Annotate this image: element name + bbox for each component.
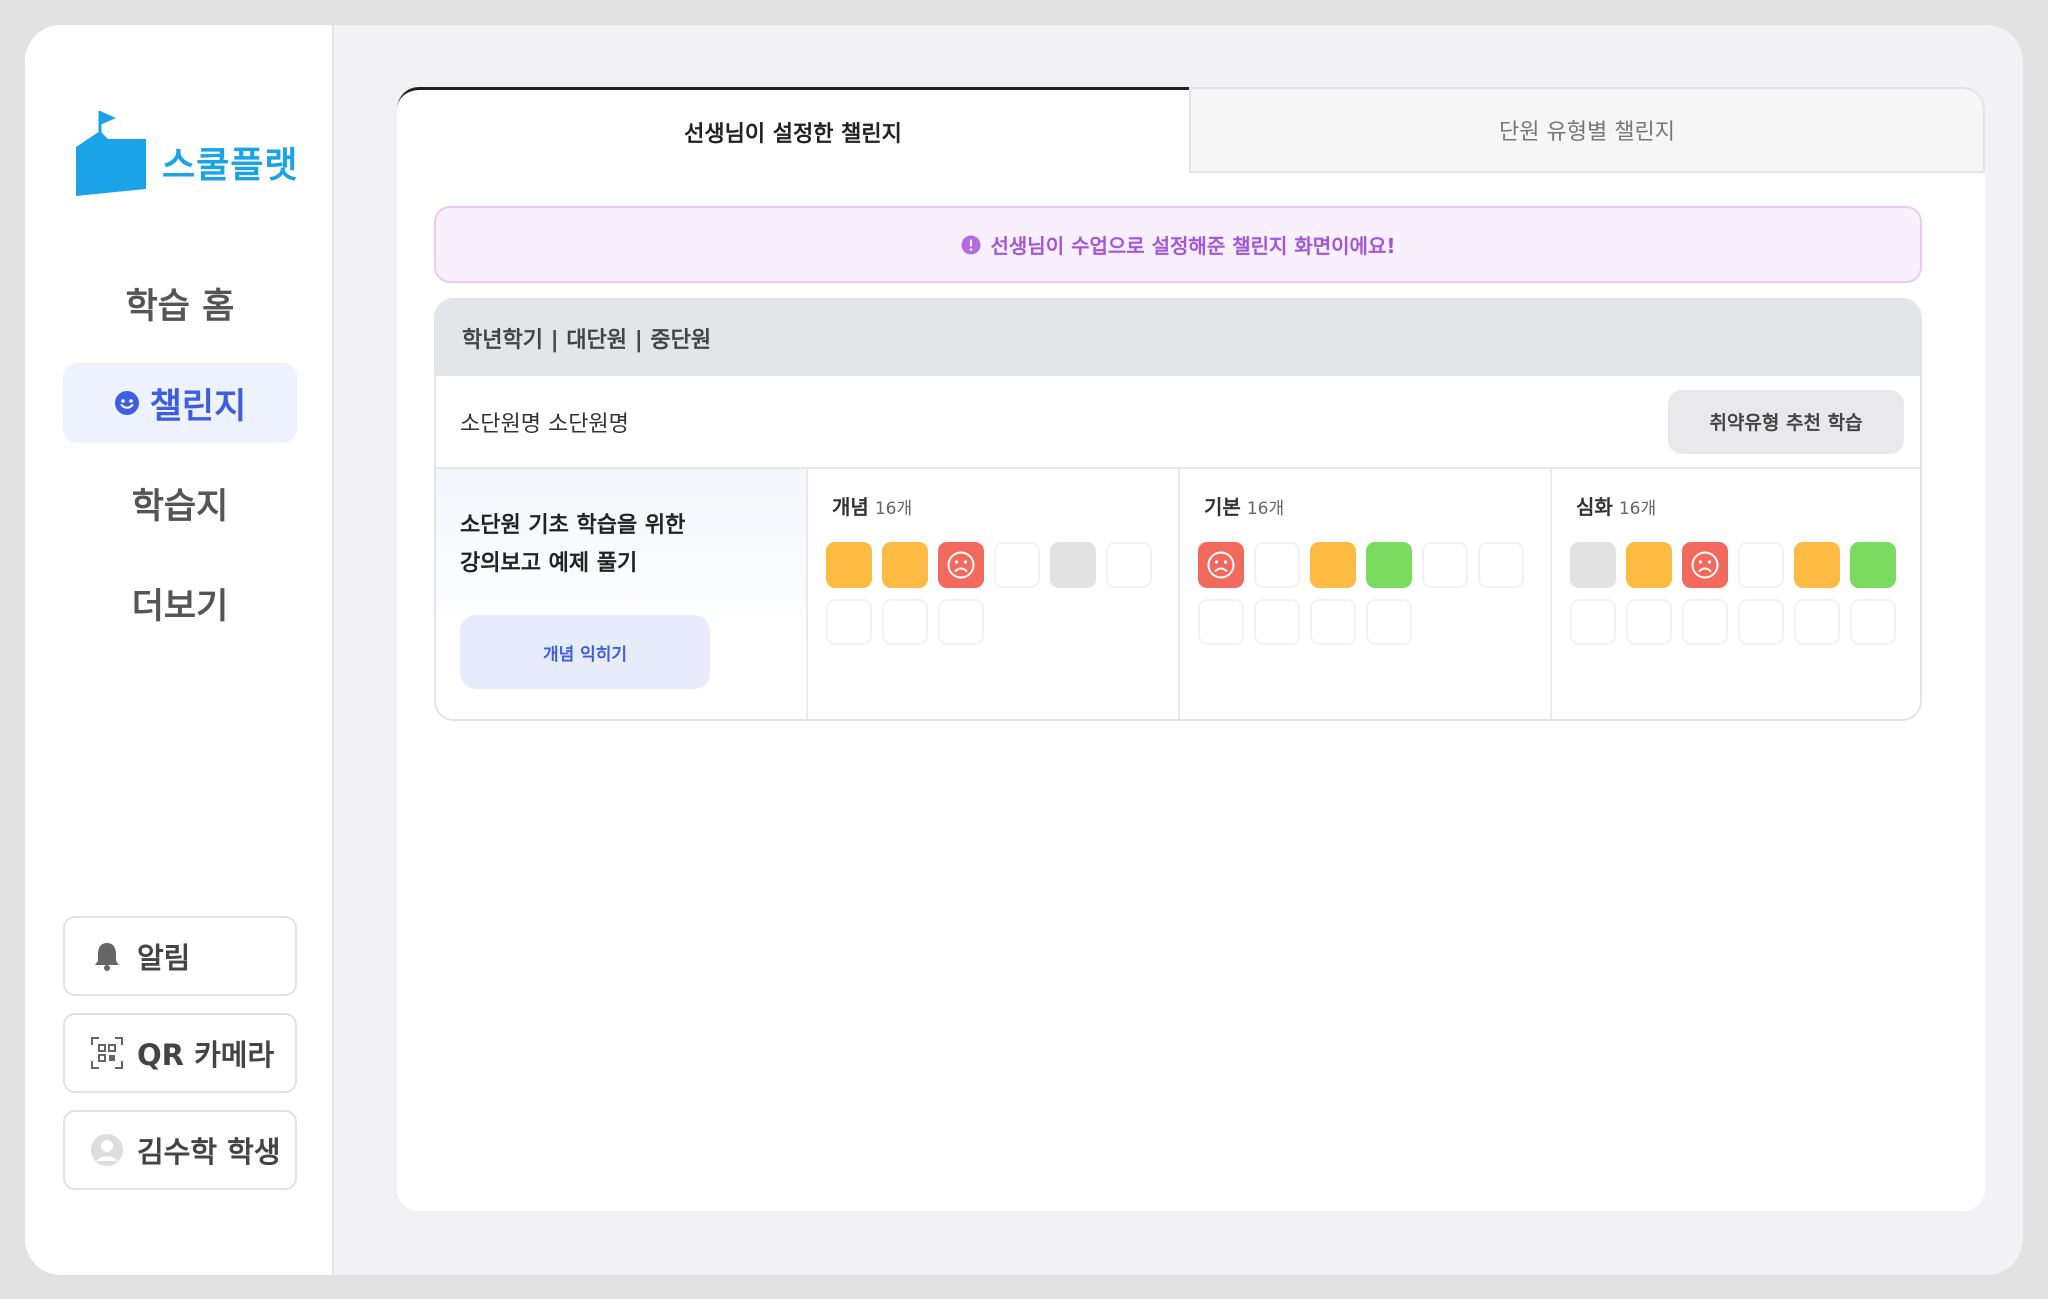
level-count: 16개 bbox=[1246, 499, 1285, 519]
problem-cell-red[interactable] bbox=[1198, 542, 1244, 588]
sad-face-icon bbox=[1690, 550, 1720, 580]
avatar-icon bbox=[89, 1132, 125, 1168]
problem-cell-empty bbox=[1794, 599, 1840, 645]
problem-cell-empty bbox=[1626, 599, 1672, 645]
problem-cell-orange[interactable] bbox=[826, 542, 872, 588]
problem-cell-empty bbox=[1738, 542, 1784, 588]
problem-cell-red[interactable] bbox=[938, 542, 984, 588]
qr-camera-label: QR 카메라 bbox=[137, 1038, 275, 1072]
qr-code-icon bbox=[89, 1035, 125, 1071]
problem-grid bbox=[1570, 542, 1902, 645]
unit-name: 소단원명 소단원명 bbox=[460, 411, 629, 437]
card-breadcrumb: 학년학기 | 대단원 | 중단원 bbox=[436, 300, 1920, 376]
nav-item-label: 챌린지 bbox=[149, 386, 247, 427]
problem-cell-empty bbox=[1198, 599, 1244, 645]
problem-cell-gray[interactable] bbox=[1050, 542, 1096, 588]
sad-face-icon bbox=[1206, 550, 1236, 580]
problem-cell-green[interactable] bbox=[1850, 542, 1896, 588]
problem-cell-empty bbox=[1738, 599, 1784, 645]
level-advanced: 심화 16개 bbox=[1552, 469, 1920, 719]
problem-cell-empty bbox=[1106, 542, 1152, 588]
problem-grid bbox=[826, 542, 1160, 645]
level-title: 개념 16개 bbox=[826, 491, 1160, 520]
level-concept: 개념 16개 bbox=[808, 469, 1180, 719]
level-name: 심화 bbox=[1576, 495, 1613, 519]
problem-cell-orange[interactable] bbox=[1794, 542, 1840, 588]
problem-cell-empty bbox=[1682, 599, 1728, 645]
problem-cell-empty bbox=[1850, 599, 1896, 645]
level-title: 심화 16개 bbox=[1570, 491, 1902, 520]
challenge-tabs: 선생님이 설정한 챌린지 단원 유형별 챌린지 bbox=[397, 87, 1985, 173]
problem-cell-empty bbox=[994, 542, 1040, 588]
problem-cell-empty bbox=[1478, 542, 1524, 588]
sidebar-bottom: 알림 QR 카메라 김수학 학생 bbox=[63, 916, 297, 1207]
profile-label: 김수학 학생 bbox=[137, 1135, 281, 1169]
nav-item-label: 더보기 bbox=[131, 586, 229, 627]
problem-cell-gray[interactable] bbox=[1570, 542, 1616, 588]
problem-cell-empty bbox=[1570, 599, 1616, 645]
school-flag-icon bbox=[76, 109, 146, 196]
problem-cell-orange[interactable] bbox=[1310, 542, 1356, 588]
level-count: 16개 bbox=[1618, 499, 1657, 519]
weak-type-study-button[interactable]: 취약유형 추천 학습 bbox=[1668, 389, 1904, 454]
smile-icon bbox=[114, 390, 140, 416]
level-name: 기본 bbox=[1204, 495, 1241, 519]
nav-item-worksheet[interactable]: 학습지 bbox=[63, 463, 297, 543]
intro-description: 소단원 기초 학습을 위한 강의보고 예제 풀기 bbox=[460, 513, 686, 576]
problem-cell-empty bbox=[882, 599, 928, 645]
problem-cell-orange[interactable] bbox=[882, 542, 928, 588]
problem-cell-orange[interactable] bbox=[1626, 542, 1672, 588]
exclamation-icon bbox=[961, 235, 981, 255]
challenge-card: 학년학기 | 대단원 | 중단원 소단원명 소단원명 취약유형 추천 학습 소단… bbox=[434, 298, 1922, 721]
level-title: 기본 16개 bbox=[1198, 491, 1532, 520]
problem-cell-empty bbox=[1422, 542, 1468, 588]
level-count: 16개 bbox=[874, 499, 913, 519]
brand-name: 스쿨플랫 bbox=[162, 144, 299, 186]
nav-item-more[interactable]: 더보기 bbox=[63, 563, 297, 643]
card-body: 소단원 기초 학습을 위한 강의보고 예제 풀기 개념 익히기 개념 16개 기본… bbox=[436, 469, 1920, 719]
notice-text: 선생님이 수업으로 설정해준 챌린지 화면이에요! bbox=[990, 234, 1396, 258]
problem-cell-empty bbox=[1366, 599, 1412, 645]
nav-item-label: 학습 홈 bbox=[125, 286, 235, 327]
problem-grid bbox=[1198, 542, 1532, 645]
problem-cell-empty bbox=[1254, 542, 1300, 588]
level-name: 개념 bbox=[832, 495, 869, 519]
nav-item-challenge[interactable]: 챌린지 bbox=[63, 363, 297, 443]
logo[interactable]: 스쿨플랫 bbox=[76, 109, 298, 196]
profile-button[interactable]: 김수학 학생 bbox=[63, 1110, 297, 1190]
bell-icon bbox=[89, 938, 125, 974]
learn-concept-button[interactable]: 개념 익히기 bbox=[460, 615, 710, 689]
card-subheader: 소단원명 소단원명 취약유형 추천 학습 bbox=[436, 376, 1920, 469]
main-panel: 선생님이 설정한 챌린지 단원 유형별 챌린지 선생님이 수업으로 설정해준 챌… bbox=[397, 87, 1985, 1211]
alarm-button[interactable]: 알림 bbox=[63, 916, 297, 996]
tab-teacher-challenge[interactable]: 선생님이 설정한 챌린지 bbox=[397, 87, 1189, 173]
nav-item-home[interactable]: 학습 홈 bbox=[63, 263, 297, 343]
tab-unit-type-challenge[interactable]: 단원 유형별 챌린지 bbox=[1189, 87, 1985, 173]
nav-item-label: 학습지 bbox=[131, 486, 229, 527]
problem-cell-green[interactable] bbox=[1366, 542, 1412, 588]
problem-cell-empty bbox=[938, 599, 984, 645]
qr-camera-button[interactable]: QR 카메라 bbox=[63, 1013, 297, 1093]
problem-cell-red[interactable] bbox=[1682, 542, 1728, 588]
problem-cell-empty bbox=[1310, 599, 1356, 645]
concept-intro: 소단원 기초 학습을 위한 강의보고 예제 풀기 개념 익히기 bbox=[436, 469, 808, 719]
sad-face-icon bbox=[946, 550, 976, 580]
notice-banner: 선생님이 수업으로 설정해준 챌린지 화면이에요! bbox=[434, 206, 1922, 283]
sidebar: 스쿨플랫 학습 홈 챌린지 학습지 더보기 알림 QR 카메라 김수학 학생 bbox=[25, 25, 334, 1275]
problem-cell-empty bbox=[826, 599, 872, 645]
problem-cell-empty bbox=[1254, 599, 1300, 645]
device-frame: 스쿨플랫 학습 홈 챌린지 학습지 더보기 알림 QR 카메라 김수학 학생 선… bbox=[25, 25, 2023, 1275]
level-basic: 기본 16개 bbox=[1180, 469, 1552, 719]
alarm-label: 알림 bbox=[137, 941, 191, 975]
main-nav: 학습 홈 챌린지 학습지 더보기 bbox=[63, 263, 297, 663]
